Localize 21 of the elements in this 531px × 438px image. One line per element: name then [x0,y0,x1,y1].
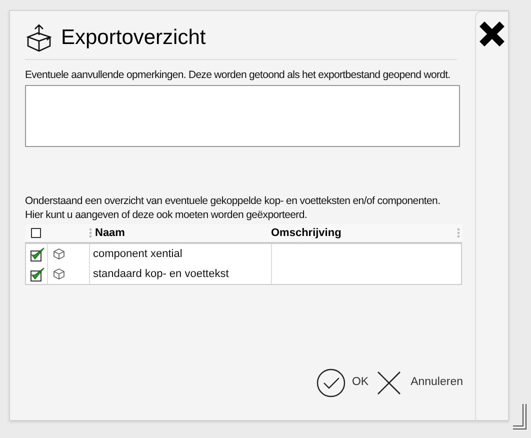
checkbox[interactable] [31,228,41,238]
column-header[interactable]: Naam [95,224,125,241]
check-circle-icon [316,368,346,398]
checked-checkbox-icon[interactable] [28,266,44,282]
cube-icon [53,268,65,280]
remarks-field[interactable] [25,84,460,147]
close-cross-icon [376,371,401,395]
cancel-button[interactable]: Annuleren [376,371,463,395]
close-icon[interactable] [478,20,506,48]
box-export-icon [25,23,53,53]
cube-icon [53,248,65,260]
column-header[interactable]: Omschrijving [271,224,342,241]
description-text: Hier kunt u aangeven of deze ook moeten worden geëxporteerd. [25,208,308,222]
table-cell-text: component xential [93,246,182,262]
description-text: Onderstaand een overzicht van eventuele gekoppelde kop- en voetteksten en/of componenten. [25,194,442,208]
dialog-title: Exportoverzicht [61,24,206,51]
table-cell-text: standaard kop- en voettekst [93,266,229,282]
resize-grip-icon[interactable] [513,404,527,430]
remarks-label: Eventuele aanvullende opmerkingen. Deze worden getoond als het exportbestand geopend wordt. [25,68,452,83]
checked-checkbox-icon[interactable] [28,246,44,262]
ok-button[interactable]: OK [316,368,369,398]
